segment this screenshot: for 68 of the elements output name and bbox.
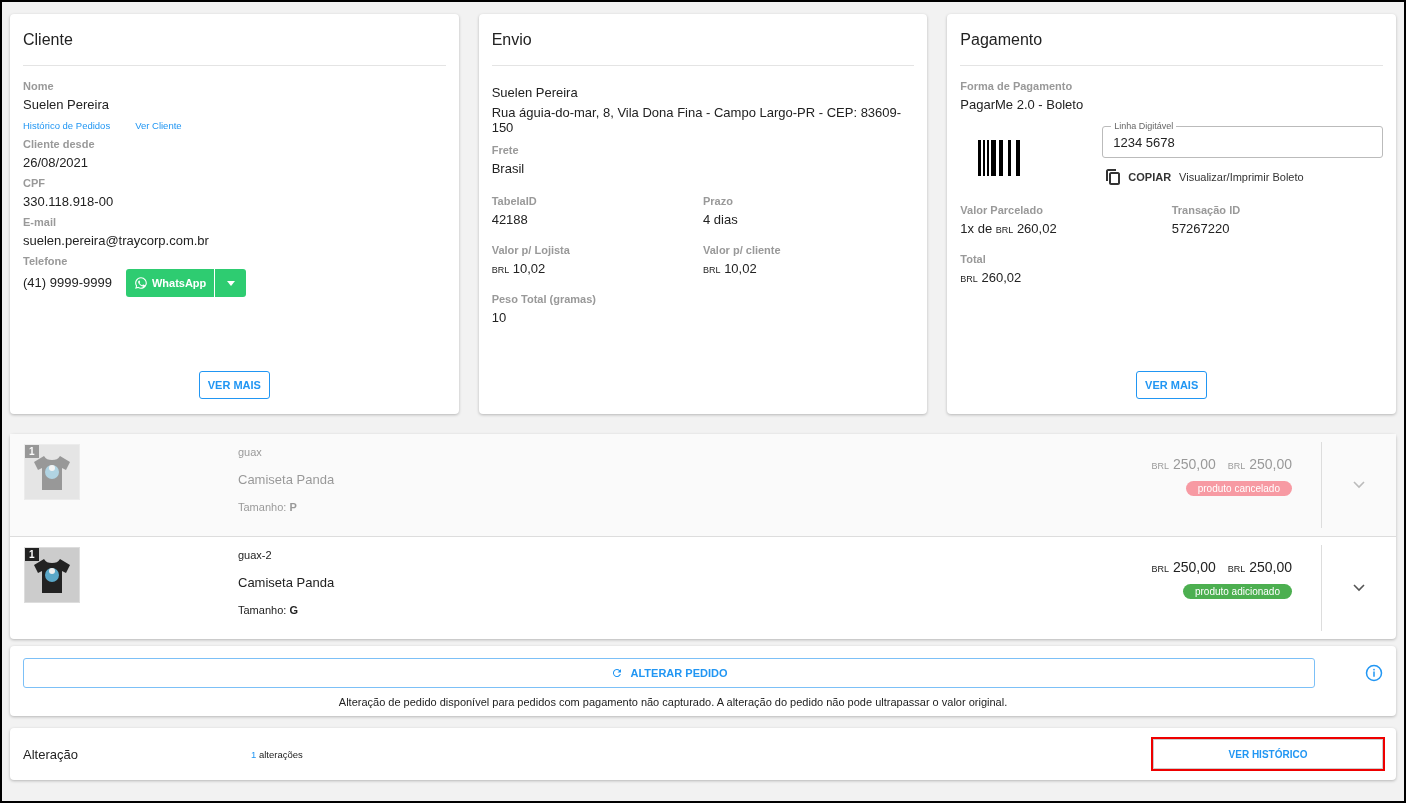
field-value: Brasil xyxy=(491,161,526,176)
field-label: Total xyxy=(960,253,987,265)
field-label: E-mail xyxy=(23,216,57,228)
see-more-button[interactable]: VER MAIS xyxy=(1136,371,1208,399)
field-label: Peso Total (gramas) xyxy=(491,293,597,305)
address: Rua águia-do-mar, 8, Vila Dona Fina - Campo Largo-PR - CEP: 83609-150 xyxy=(491,105,903,135)
price: BRL 250,00 xyxy=(1151,559,1216,575)
field-value: 1x de BRL 260,02 xyxy=(960,221,1058,236)
copy-button[interactable]: COPIAR xyxy=(1128,171,1172,183)
field-value: 42188 xyxy=(491,212,529,227)
product-sku: guax xyxy=(238,446,263,458)
copy-icon[interactable] xyxy=(1106,169,1121,185)
chevron-down-icon[interactable] xyxy=(1353,584,1365,592)
field-value: 57267220 xyxy=(1171,221,1231,236)
whatsapp-icon xyxy=(133,276,148,290)
field-value: BRL 10,02 xyxy=(703,261,758,276)
price: BRL 250,00 xyxy=(1151,456,1216,472)
product-sku: guax-2 xyxy=(238,549,273,561)
product-name: Camiseta Panda xyxy=(238,575,335,590)
section-label: Alteração xyxy=(23,746,79,762)
field-label: Valor Parcelado xyxy=(960,204,1044,216)
field-label: Frete xyxy=(491,144,520,156)
refresh-icon xyxy=(610,667,623,679)
info-text: Alteração de pedido disponível para pedidos com pagamento não capturado. A alteração do pedido não pode ultrapassar o valor original. xyxy=(337,696,1009,708)
product-size: Tamanho: G xyxy=(238,604,299,616)
dropdown-button[interactable] xyxy=(215,269,247,297)
view-boleto-link[interactable]: Visualizar/Imprimir Boleto xyxy=(1179,171,1304,183)
field-label: Cliente desde xyxy=(23,138,96,150)
field-value: 10 xyxy=(491,310,508,325)
product-name: Camiseta Panda xyxy=(238,472,335,487)
field-label: Transação ID xyxy=(1171,204,1242,216)
quantity-badge: 1 xyxy=(25,548,39,561)
price: BRL 250,00 xyxy=(1227,559,1292,575)
field-label: Prazo xyxy=(703,195,734,207)
link[interactable]: Ver Cliente xyxy=(135,120,182,131)
field-value: 4 dias xyxy=(703,212,739,227)
field-value: BRL 10,02 xyxy=(491,261,547,276)
changes-count: 1 alterações xyxy=(251,748,303,760)
change-order-button[interactable]: ALTERAR PEDIDO xyxy=(23,658,1315,688)
status-badge: produto cancelado xyxy=(1185,481,1292,496)
field-value: PagarMe 2.0 - Boleto xyxy=(960,97,1085,112)
card-title: Envio xyxy=(491,14,915,66)
caret-icon xyxy=(226,280,235,286)
link[interactable]: Histórico de Pedidos xyxy=(23,120,111,131)
field-value: BRL 260,02 xyxy=(960,270,1023,285)
recipient-name: Suelen Pereira xyxy=(491,85,579,100)
product-size: Tamanho: P xyxy=(238,501,298,513)
field-label: Telefone xyxy=(23,255,69,267)
field-value: suelen.pereira@traycorp.com.br xyxy=(23,233,210,248)
field-value: 26/08/2021 xyxy=(23,155,90,170)
view-history-button[interactable]: VER HISTÓRICO xyxy=(1153,739,1383,769)
price: BRL 250,00 xyxy=(1227,456,1292,472)
info-icon[interactable] xyxy=(1365,664,1383,682)
field-value: (41) 9999-9999 xyxy=(23,274,112,290)
field-label: Valor p/ Lojista xyxy=(491,244,571,256)
field-label: Valor p/ cliente xyxy=(703,244,782,256)
whatsapp-button[interactable]: WhatsApp xyxy=(125,269,216,297)
card-title: Pagamento xyxy=(960,14,1383,66)
field-label: Nome xyxy=(23,80,55,92)
field-value: Suelen Pereira xyxy=(23,97,110,112)
field-label: Forma de Pagamento xyxy=(960,80,1074,92)
quantity-badge: 1 xyxy=(25,445,39,458)
field-value: 330.118.918-00 xyxy=(23,194,115,209)
status-badge: produto adicionado xyxy=(1182,584,1292,599)
field-label: CPF xyxy=(23,177,46,189)
see-more-button[interactable]: VER MAIS xyxy=(198,371,270,399)
field-label: TabelaID xyxy=(491,195,538,207)
card-title: Cliente xyxy=(23,14,446,66)
